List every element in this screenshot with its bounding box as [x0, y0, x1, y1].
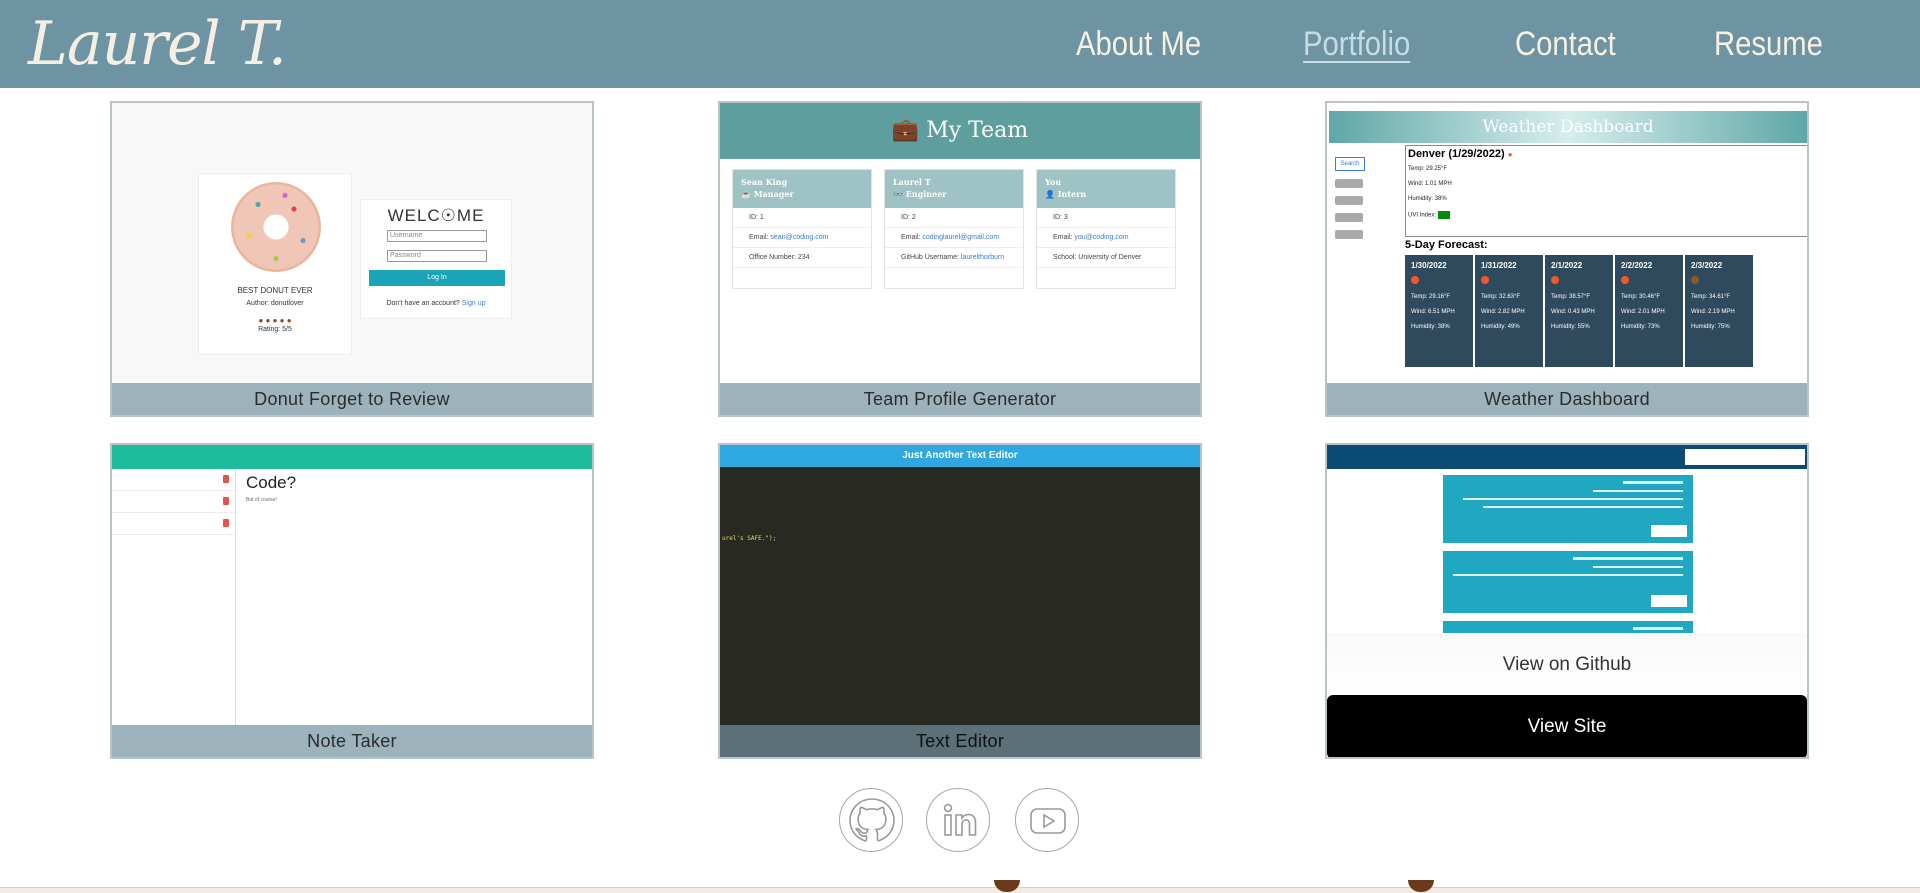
- top-navbar: Laurel T. About Me Portfolio Contact Res…: [0, 0, 1920, 88]
- note-title: Code?: [246, 473, 297, 492]
- view-site-button[interactable]: View Site: [1327, 695, 1807, 757]
- project-caption: Team Profile Generator: [720, 383, 1200, 415]
- trash-icon: [223, 475, 229, 483]
- team-member-card: You 👤 Intern ID: 3 Email: you@coding.com …: [1036, 169, 1176, 289]
- donut-product-card: BEST DONUT EVER Author: donutlover ● ● ●…: [198, 173, 352, 355]
- weather-sidebar: Search: [1331, 145, 1391, 239]
- briefcase-icon: 💼: [891, 118, 920, 143]
- history-button: [1335, 230, 1363, 239]
- forecast-day: 2/2/2022 Temp: 30.46°F Wind: 2.01 MPH Humid…: [1615, 255, 1683, 367]
- login-form: WELC☉ME Username Password Log In Don't h…: [360, 199, 512, 319]
- cloud-icon: [1691, 276, 1699, 284]
- team-header: 💼 My Team: [720, 103, 1200, 159]
- sun-icon: [1551, 276, 1559, 284]
- product-rating: Rating: 5/5: [258, 326, 292, 333]
- sun-icon: [1481, 276, 1489, 284]
- project-card-weather[interactable]: Weather Dashboard Search Denver (1/29/20…: [1325, 101, 1809, 417]
- github-icon: [849, 798, 895, 842]
- sun-icon: [1411, 276, 1419, 284]
- youtube-icon: [1030, 808, 1066, 834]
- uvi-badge: [1437, 211, 1450, 219]
- project-caption: Weather Dashboard: [1327, 383, 1807, 415]
- forecast-day: 2/1/2022 Temp: 38.57°F Wind: 0.43 MPH Humid…: [1545, 255, 1613, 367]
- project-screenshot: Code? But of course!: [112, 445, 592, 757]
- linkedin-link[interactable]: [926, 788, 990, 852]
- editor-code: urel's SAFE.");: [722, 535, 777, 542]
- github-link[interactable]: [839, 788, 903, 852]
- project-card-team-profile[interactable]: 💼 My Team Sean King ☕ Manager ID: 1 Email…: [718, 101, 1202, 417]
- youtube-link[interactable]: [1015, 788, 1079, 852]
- nav-portfolio[interactable]: Portfolio: [1303, 20, 1410, 68]
- view-on-github-link[interactable]: View on Github: [1327, 633, 1807, 697]
- project-caption: Donut Forget to Review: [112, 383, 592, 415]
- product-author: Author: donutlover: [246, 300, 304, 307]
- current-weather: Denver (1/29/2022) ● Temp: 29.25°F Wind:…: [1405, 145, 1807, 237]
- project-card-text-editor[interactable]: Just Another Text Editor urel's SAFE.");…: [718, 443, 1202, 759]
- login-button: Log In: [369, 270, 505, 286]
- nav-resume[interactable]: Resume: [1714, 20, 1823, 68]
- blog-navbar: [1327, 445, 1807, 469]
- search-button: Search: [1335, 157, 1365, 171]
- project-screenshot: Just Another Text Editor urel's SAFE.");: [720, 445, 1200, 757]
- history-button: [1335, 179, 1363, 188]
- project-card-donut[interactable]: BEST DONUT EVER Author: donutlover ● ● ●…: [110, 101, 594, 417]
- forecast-day: 1/31/2022 Temp: 32.63°F Wind: 2.82 MPH Humi…: [1475, 255, 1543, 367]
- sun-icon: ●: [1507, 150, 1513, 159]
- site-logo[interactable]: Laurel T.: [28, 4, 287, 84]
- product-title: BEST DONUT EVER: [237, 286, 313, 295]
- team-member-card: Laurel T 👓 Engineer ID: 2 Email: codingla…: [884, 169, 1024, 289]
- note-text: But of course!: [246, 497, 277, 503]
- nav-about-me[interactable]: About Me: [1076, 20, 1201, 68]
- trash-icon: [223, 519, 229, 527]
- nav-contact[interactable]: Contact: [1515, 20, 1616, 68]
- username-input: Username: [387, 230, 487, 242]
- sun-icon: [1621, 276, 1629, 284]
- welcome-heading: WELC☉ME: [387, 206, 485, 225]
- history-button: [1335, 196, 1363, 205]
- project-card-note-taker[interactable]: Code? But of course! Note Taker: [110, 443, 594, 759]
- forecast-day: 2/3/2022 Temp: 34.61°F Wind: 2.19 MPH Humid…: [1685, 255, 1753, 367]
- project-caption: Note Taker: [112, 725, 592, 757]
- project-caption: Text Editor: [720, 725, 1200, 757]
- project-card-blog[interactable]: View on Github View Site: [1325, 443, 1809, 759]
- signup-text: Don't have an account? Sign up: [386, 300, 486, 307]
- note-list: [112, 469, 236, 729]
- editor-header: Just Another Text Editor: [720, 445, 1200, 467]
- note-header: [112, 445, 592, 469]
- weather-header: Weather Dashboard: [1329, 111, 1807, 143]
- project-screenshot: View on Github View Site: [1327, 445, 1807, 757]
- forecast-title: 5-Day Forecast:: [1405, 239, 1488, 251]
- footer-divider: [0, 887, 1920, 893]
- team-member-card: Sean King ☕ Manager ID: 1 Email: sean@cod…: [732, 169, 872, 289]
- forecast-day: 1/30/2022 Temp: 29.16°F Wind: 6.51 MPH Humi…: [1405, 255, 1473, 367]
- rating-donuts-icon: ● ● ● ● ●: [258, 316, 292, 325]
- project-screenshot: Weather Dashboard Search Denver (1/29/20…: [1327, 103, 1807, 415]
- trash-icon: [223, 497, 229, 505]
- project-screenshot: BEST DONUT EVER Author: donutlover ● ● ●…: [112, 103, 592, 415]
- editor-body: urel's SAFE.");: [720, 467, 1200, 729]
- password-input: Password: [387, 250, 487, 262]
- history-button: [1335, 213, 1363, 222]
- blog-post: [1443, 475, 1693, 543]
- blog-post: [1443, 551, 1693, 613]
- linkedin-icon: [943, 803, 977, 836]
- project-screenshot: 💼 My Team Sean King ☕ Manager ID: 1 Email…: [720, 103, 1200, 415]
